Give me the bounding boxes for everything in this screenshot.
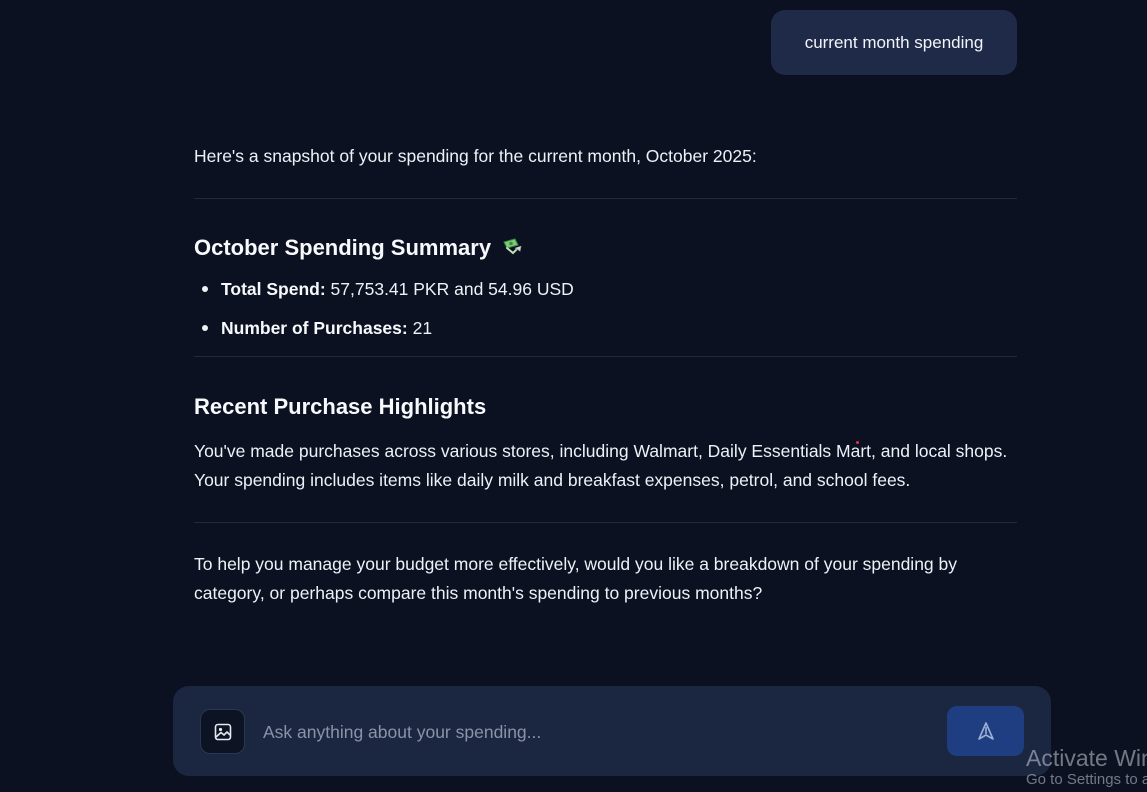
summary-heading: October Spending Summary	[194, 233, 1017, 263]
recent-heading: Recent Purchase Highlights	[194, 394, 487, 419]
watermark-title: Activate Windows	[1026, 745, 1147, 771]
image-upload-button[interactable]	[200, 709, 245, 754]
total-spend-label: Total Spend:	[221, 279, 326, 299]
summary-title: October Spending Summary	[194, 235, 492, 260]
purchases-label: Number of Purchases:	[221, 318, 408, 338]
watermark-subtitle: Go to Settings to activate Windows.	[1026, 771, 1147, 788]
assistant-intro: Here's a snapshot of your spending for t…	[194, 146, 757, 166]
divider	[194, 356, 1017, 357]
composer	[173, 686, 1051, 776]
chat-page: current month spending Here's a snapshot…	[0, 0, 1147, 792]
send-icon	[977, 722, 994, 740]
divider	[194, 522, 1017, 523]
list-item: Number of Purchases: 21	[194, 315, 1017, 341]
total-spend-value: 57,753.41 PKR and 54.96 USD	[330, 279, 574, 299]
activate-windows-watermark: Activate Windows Go to Settings to activ…	[1026, 744, 1147, 792]
image-icon	[214, 723, 231, 740]
purchases-value: 21	[412, 318, 433, 338]
divider	[194, 198, 1017, 199]
assistant-message: Here's a snapshot of your spending for t…	[194, 142, 1017, 608]
send-button[interactable]	[947, 706, 1024, 756]
assistant-closing: To help you manage your budget more effe…	[194, 554, 958, 603]
user-message-bubble: current month spending	[771, 10, 1017, 75]
message-input[interactable]	[263, 716, 923, 748]
recent-text: You've made purchases across various sto…	[194, 441, 1008, 490]
user-message-text: current month spending	[804, 32, 984, 52]
summary-list: Total Spend: 57,753.41 PKR and 54.96 USD…	[194, 276, 1017, 341]
cursor-dot	[856, 441, 859, 444]
money-with-wings-icon	[501, 235, 523, 255]
list-item: Total Spend: 57,753.41 PKR and 54.96 USD	[194, 276, 1017, 302]
